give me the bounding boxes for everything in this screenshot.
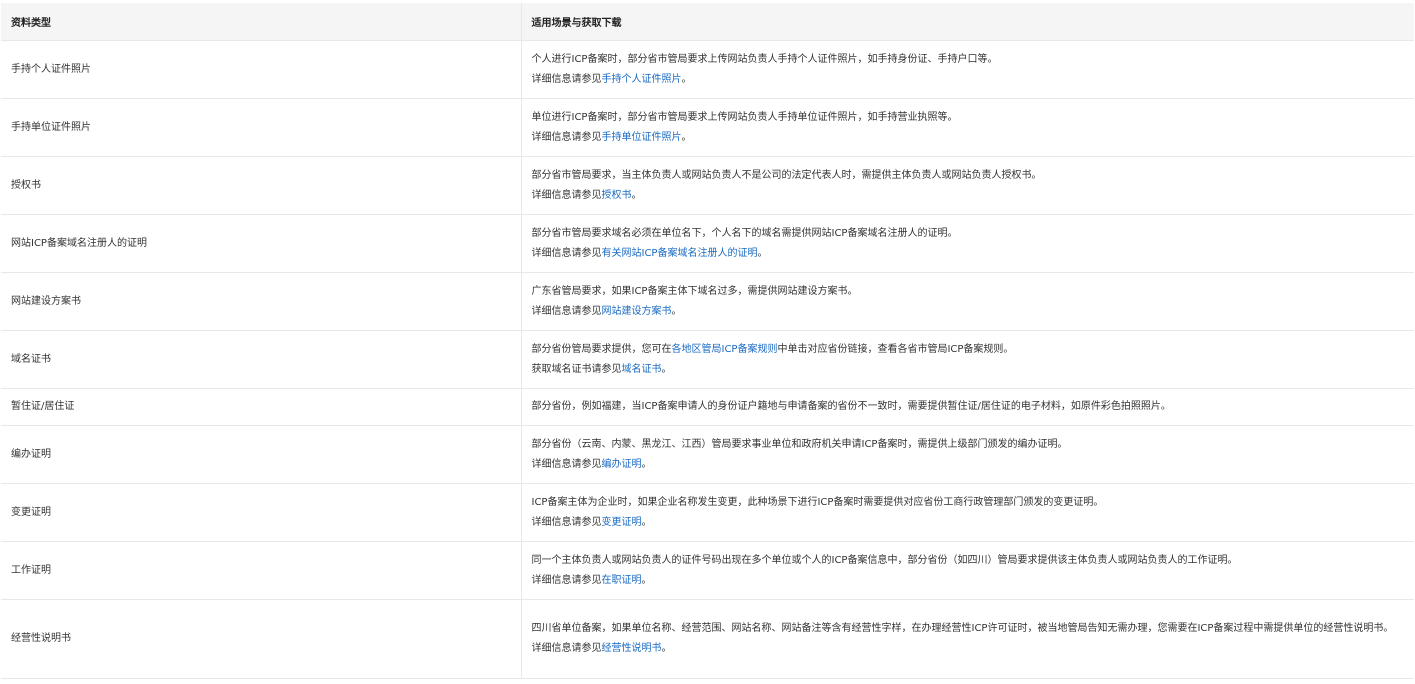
materials-table: 资料类型 适用场景与获取下载 手持个人证件照片 个人进行ICP备案时，部分省市管…	[1, 3, 1414, 679]
material-type: 工作证明	[1, 541, 521, 600]
detail-prefix: 详细信息请参见	[531, 574, 602, 586]
material-description: 部分省份（云南、内蒙、黑龙江、江西）管局要求事业单位和政府机关申请ICP备案时，…	[520, 425, 1414, 484]
detail-prefix: 详细信息请参见	[531, 131, 602, 143]
detail-line: 详细信息请参见网站建设方案书。	[532, 302, 1403, 322]
detail-line: 详细信息请参见编办证明。	[532, 455, 1403, 475]
table-row: 网站ICP备案域名注册人的证明 部分省市管局要求域名必须在单位名下，个人名下的域…	[1, 214, 1414, 273]
detail-suffix: 。	[661, 363, 672, 375]
material-type: 域名证书	[1, 330, 521, 389]
material-description: 同一个主体负责人或网站负责人的证件号码出现在多个单位或个人的ICP备案信息中，部…	[520, 541, 1414, 600]
detail-line: 详细信息请参见变更证明。	[532, 513, 1403, 533]
detail-line: 详细信息请参见授权书。	[532, 186, 1403, 206]
detail-link[interactable]: 编办证明	[602, 459, 642, 470]
material-type: 网站建设方案书	[1, 272, 521, 331]
table-row: 手持个人证件照片 个人进行ICP备案时，部分省市管局要求上传网站负责人手持个人证…	[1, 40, 1414, 99]
table-row: 变更证明 ICP备案主体为企业时，如果企业名称发生变更，此种场景下进行ICP备案…	[1, 483, 1414, 542]
description-text: 个人进行ICP备案时，部分省市管局要求上传网站负责人手持个人证件照片，如手持身份…	[531, 53, 998, 65]
table-row: 授权书 部分省市管局要求，当主体负责人或网站负责人不是公司的法定代表人时，需提供…	[1, 156, 1414, 215]
description-text: ICP备案主体为企业时，如果企业名称发生变更，此种场景下进行ICP备案时需要提供…	[531, 496, 1104, 508]
material-description: 单位进行ICP备案时，部分省市管局要求上传网站负责人手持单位证件照片，如手持营业…	[520, 98, 1414, 157]
description-text: 同一个主体负责人或网站负责人的证件号码出现在多个单位或个人的ICP备案信息中，部…	[531, 554, 1238, 566]
material-description: 部分省份管局要求提供，您可在各地区管局ICP备案规则中单击对应省份链接，查看各省…	[520, 330, 1414, 389]
table-row: 工作证明 同一个主体负责人或网站负责人的证件号码出现在多个单位或个人的ICP备案…	[1, 541, 1414, 600]
detail-prefix: 详细信息请参见	[531, 73, 602, 85]
table-row: 编办证明 部分省份（云南、内蒙、黑龙江、江西）管局要求事业单位和政府机关申请IC…	[1, 425, 1414, 484]
description-text: 部分省市管局要求域名必须在单位名下，个人名下的域名需提供网站ICP备案域名注册人…	[531, 227, 958, 239]
detail-suffix: 。	[681, 73, 692, 85]
rules-link[interactable]: 各地区管局ICP备案规则	[672, 344, 778, 355]
description-text: 部分省份（云南、内蒙、黑龙江、江西）管局要求事业单位和政府机关申请ICP备案时，…	[531, 438, 1068, 450]
material-type: 暂住证/居住证	[1, 388, 521, 426]
detail-suffix: 。	[641, 516, 652, 528]
column-header-type: 资料类型	[1, 3, 521, 41]
description-text: 部分省份，例如福建，当ICP备案申请人的身份证户籍地与申请备案的省份不一致时，需…	[531, 401, 1171, 412]
detail-prefix: 详细信息请参见	[531, 643, 602, 654]
table-header-row: 资料类型 适用场景与获取下载	[1, 3, 1414, 41]
description-suffix: 中单击对应省份链接，查看各省市管局ICP备案规则。	[777, 343, 1014, 355]
detail-prefix: 详细信息请参见	[531, 189, 602, 201]
material-description: ICP备案主体为企业时，如果企业名称发生变更，此种场景下进行ICP备案时需要提供…	[520, 483, 1414, 542]
material-type: 授权书	[1, 156, 521, 215]
detail-line: 获取域名证书请参见域名证书。	[532, 360, 1403, 380]
detail-line: 详细信息请参见手持个人证件照片。	[532, 70, 1403, 90]
material-description: 四川省单位备案，如果单位名称、经营范围、网站名称、网站备注等含有经营性字样，在办…	[520, 599, 1414, 679]
description-prefix: 部分省份管局要求提供，您可在	[531, 343, 672, 355]
detail-line: 详细信息请参见在职证明。	[532, 571, 1403, 591]
detail-line: 详细信息请参见经营性说明书。	[532, 639, 1403, 659]
detail-prefix: 详细信息请参见	[531, 247, 602, 259]
detail-suffix: 。	[757, 247, 768, 259]
description-text: 广东省管局要求，如果ICP备案主体下域名过多，需提供网站建设方案书。	[531, 285, 858, 297]
material-description: 广东省管局要求，如果ICP备案主体下域名过多，需提供网站建设方案书。 详细信息请…	[520, 272, 1414, 331]
column-header-scenario: 适用场景与获取下载	[520, 3, 1414, 41]
detail-link[interactable]: 在职证明	[602, 575, 642, 586]
material-description: 部分省市管局要求，当主体负责人或网站负责人不是公司的法定代表人时，需提供主体负责…	[520, 156, 1414, 215]
material-type: 编办证明	[1, 425, 521, 484]
description-text: 单位进行ICP备案时，部分省市管局要求上传网站负责人手持单位证件照片，如手持营业…	[531, 111, 958, 123]
material-description: 部分省市管局要求域名必须在单位名下，个人名下的域名需提供网站ICP备案域名注册人…	[520, 214, 1414, 273]
detail-suffix: 。	[681, 131, 692, 143]
detail-link[interactable]: 经营性说明书	[602, 643, 662, 654]
material-type: 手持个人证件照片	[1, 40, 521, 99]
table-row: 手持单位证件照片 单位进行ICP备案时，部分省市管局要求上传网站负责人手持单位证…	[1, 98, 1414, 157]
description-line: 部分省份管局要求提供，您可在各地区管局ICP备案规则中单击对应省份链接，查看各省…	[532, 340, 1403, 360]
detail-prefix: 获取域名证书请参见	[531, 363, 622, 375]
description-text: 部分省市管局要求，当主体负责人或网站负责人不是公司的法定代表人时，需提供主体负责…	[531, 169, 1042, 181]
detail-line: 详细信息请参见有关网站ICP备案域名注册人的证明。	[532, 244, 1403, 264]
material-description: 部分省份，例如福建，当ICP备案申请人的身份证户籍地与申请备案的省份不一致时，需…	[520, 388, 1414, 426]
table-row: 暂住证/居住证 部分省份，例如福建，当ICP备案申请人的身份证户籍地与申请备案的…	[1, 388, 1414, 426]
material-description: 个人进行ICP备案时，部分省市管局要求上传网站负责人手持个人证件照片，如手持身份…	[520, 40, 1414, 99]
detail-suffix: 。	[641, 458, 652, 470]
material-type: 变更证明	[1, 483, 521, 542]
table-row: 网站建设方案书 广东省管局要求，如果ICP备案主体下域名过多，需提供网站建设方案…	[1, 272, 1414, 331]
detail-prefix: 详细信息请参见	[531, 305, 602, 317]
detail-link[interactable]: 手持个人证件照片	[602, 74, 682, 85]
description-text: 四川省单位备案，如果单位名称、经营范围、网站名称、网站备注等含有经营性字样，在办…	[531, 623, 1394, 634]
detail-suffix: 。	[671, 305, 682, 317]
detail-suffix: 。	[631, 189, 642, 201]
detail-link[interactable]: 手持单位证件照片	[602, 132, 682, 143]
detail-link[interactable]: 变更证明	[602, 517, 642, 528]
material-type: 经营性说明书	[1, 599, 521, 679]
material-type: 网站ICP备案域名注册人的证明	[1, 214, 521, 273]
table-row: 域名证书 部分省份管局要求提供，您可在各地区管局ICP备案规则中单击对应省份链接…	[1, 330, 1414, 389]
detail-suffix: 。	[661, 643, 672, 654]
detail-prefix: 详细信息请参见	[531, 516, 602, 528]
detail-link[interactable]: 有关网站ICP备案域名注册人的证明	[602, 248, 758, 259]
material-type: 手持单位证件照片	[1, 98, 521, 157]
detail-suffix: 。	[641, 574, 652, 586]
detail-link[interactable]: 授权书	[602, 190, 632, 201]
detail-link[interactable]: 域名证书	[622, 364, 662, 375]
table-row: 经营性说明书 四川省单位备案，如果单位名称、经营范围、网站名称、网站备注等含有经…	[1, 599, 1414, 679]
detail-link[interactable]: 网站建设方案书	[602, 306, 672, 317]
detail-prefix: 详细信息请参见	[531, 458, 602, 470]
detail-line: 详细信息请参见手持单位证件照片。	[532, 128, 1403, 148]
